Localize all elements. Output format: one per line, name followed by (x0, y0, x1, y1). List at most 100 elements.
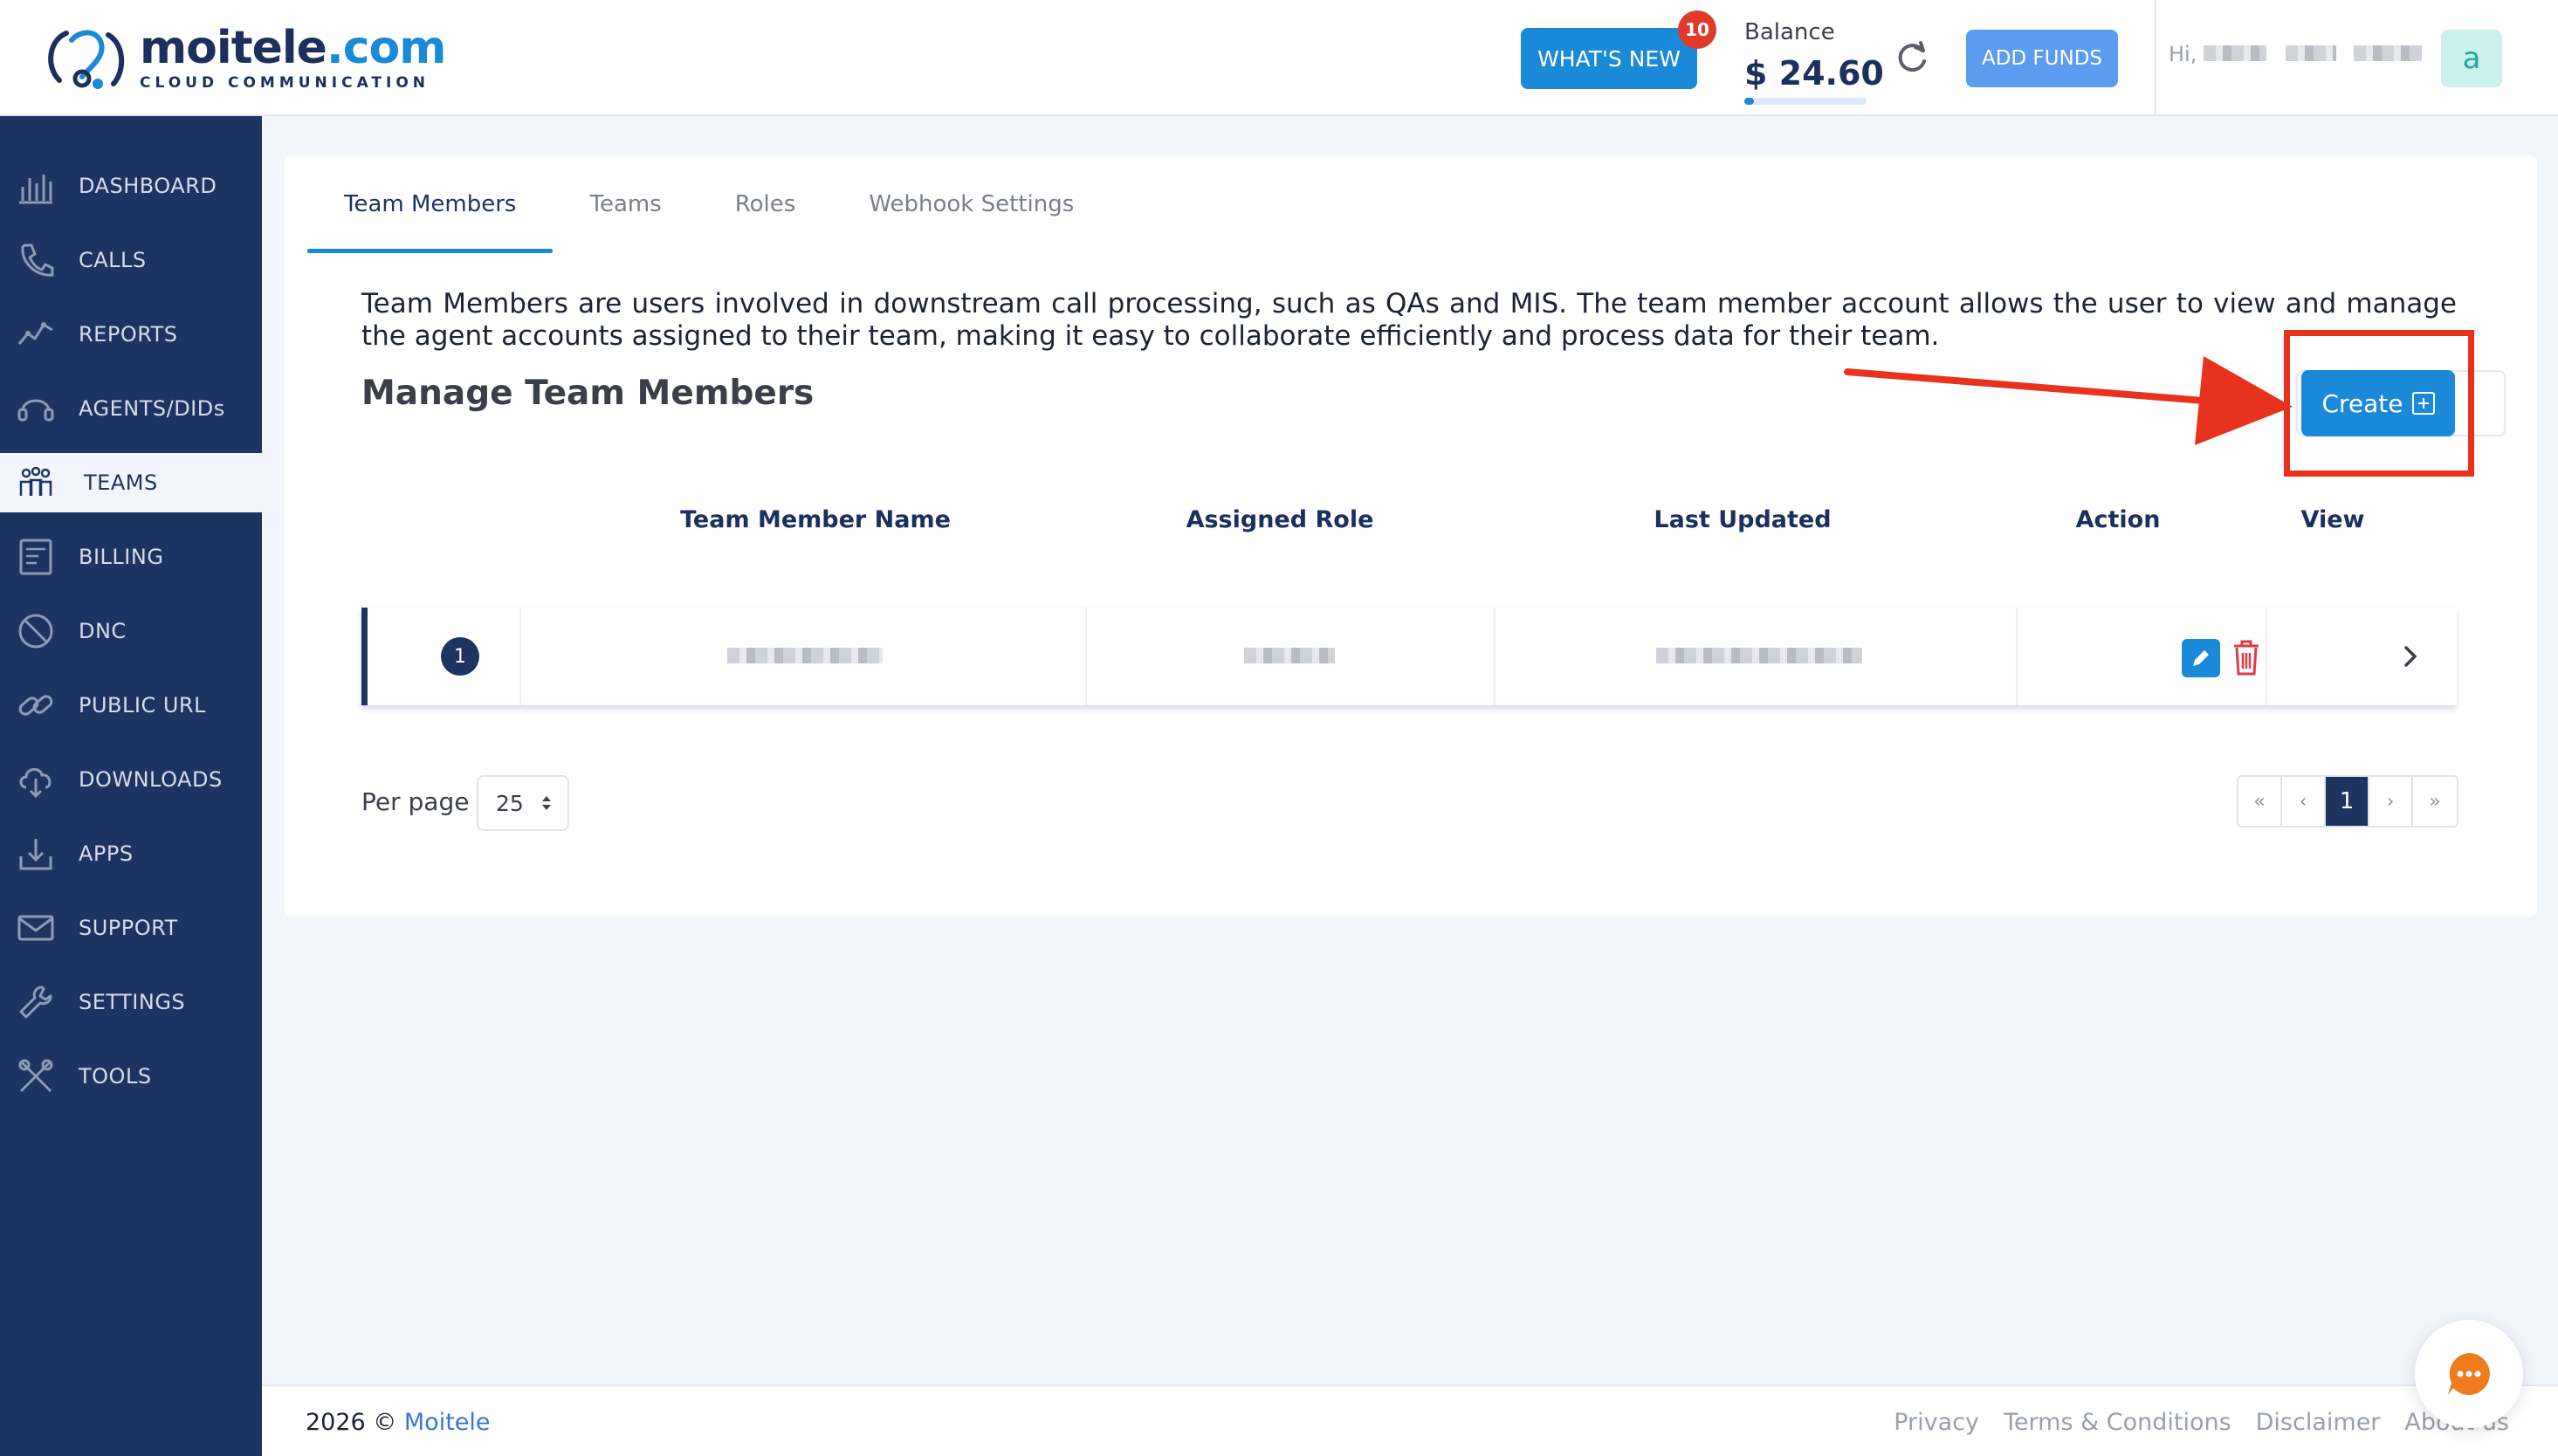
per-page-label: Per page (361, 787, 470, 816)
redacted-date (1656, 648, 1862, 663)
sidebar-item-label: SETTINGS (79, 990, 186, 1014)
sidebar-item-label: APPS (79, 841, 134, 866)
intro-text: Team Members are users involved in downs… (361, 288, 2457, 352)
sidebar-item-support[interactable]: SUPPORT (0, 898, 262, 958)
sidebar-item-label: PUBLIC URL (79, 693, 206, 718)
page-first-button[interactable]: « (2238, 777, 2282, 826)
redacted-role (1244, 648, 1335, 663)
tab-roles[interactable]: Roles (698, 155, 833, 253)
cell-divider (1494, 608, 1496, 705)
balance-progress-fill (1744, 98, 1755, 105)
billing-icon (19, 539, 52, 575)
footer-link-privacy[interactable]: Privacy (1894, 1409, 1979, 1436)
table-row: 1 (361, 608, 2457, 705)
per-page-value: 25 (496, 790, 524, 816)
dashboard-icon (19, 175, 52, 204)
sidebar-item-apps[interactable]: APPS (0, 824, 262, 883)
column-header-view: View (2300, 506, 2365, 533)
sidebar-item-downloads[interactable]: DOWNLOADS (0, 750, 262, 809)
sidebar-item-tools[interactable]: TOOLS (0, 1047, 262, 1106)
footer-links: Privacy Terms & Conditions Disclaimer Ab… (1894, 1409, 2509, 1436)
teams-icon (19, 466, 52, 496)
whats-new-button[interactable]: WHAT'S NEW (1521, 28, 1697, 89)
select-arrows-icon (542, 796, 551, 810)
sidebar-item-calls[interactable]: CALLS (0, 230, 262, 290)
sidebar-item-label: DASHBOARD (79, 174, 217, 198)
sidebar-item-label: REPORTS (79, 322, 178, 347)
cell-divider (2266, 608, 2267, 705)
balance-value: $ 24.60 (1744, 54, 1884, 93)
reports-icon (17, 322, 53, 345)
sidebar-item-settings[interactable]: SETTINGS (0, 972, 262, 1032)
sidebar-item-label: TOOLS (79, 1064, 152, 1089)
sidebar-item-dashboard[interactable]: DASHBOARD (0, 156, 262, 216)
copyright: 2026 © Moitele (306, 1409, 491, 1436)
chevron-right-icon[interactable] (2395, 641, 2426, 672)
sidebar-item-teams[interactable]: TEAMS (0, 453, 262, 512)
column-header-role: Assigned Role (1186, 506, 1374, 533)
copyright-text: 2026 © (306, 1409, 397, 1436)
add-funds-button[interactable]: ADD FUNDS (1966, 30, 2118, 87)
whats-new-badge: 10 (1678, 10, 1716, 49)
sidebar-item-label: TEAMS (84, 470, 158, 495)
page-prev-button[interactable]: ‹ (2282, 777, 2326, 826)
tab-webhook-settings[interactable]: Webhook Settings (832, 155, 1111, 253)
sidebar: DASHBOARD CALLS REPORTS AGENTS/DIDs TEAM… (0, 116, 262, 1456)
logo-icon (48, 30, 125, 89)
logo-tagline: CLOUD COMMUNICATION (140, 74, 430, 92)
cloud-download-icon (19, 768, 52, 799)
brand-link[interactable]: Moitele (404, 1409, 491, 1436)
sidebar-item-billing[interactable]: BILLING (0, 527, 262, 587)
tab-team-members[interactable]: Team Members (307, 155, 554, 253)
refresh-icon[interactable] (1893, 38, 1931, 77)
chat-button[interactable] (2415, 1320, 2523, 1428)
cell-divider (2016, 608, 2018, 705)
block-icon (18, 614, 53, 649)
footer-link-terms[interactable]: Terms & Conditions (2004, 1409, 2231, 1436)
tab-bar: Team Members Teams Roles Webhook Setting… (307, 155, 1111, 253)
phone-icon (21, 244, 54, 277)
team-members-card: Team Members Teams Roles Webhook Setting… (285, 155, 2537, 917)
column-header-name: Team Member Name (680, 506, 951, 533)
sidebar-item-label: CALLS (79, 248, 147, 272)
page-last-button[interactable]: » (2413, 777, 2457, 826)
sidebar-item-label: SUPPORT (79, 916, 178, 940)
sidebar-item-label: DOWNLOADS (79, 767, 223, 792)
tools-icon (18, 1059, 53, 1093)
section-title: Manage Team Members (361, 374, 815, 413)
page-current-button[interactable]: 1 (2326, 777, 2369, 826)
mail-icon (17, 915, 54, 941)
annotation-highlight-box (2284, 330, 2474, 477)
trash-icon[interactable] (2229, 637, 2264, 677)
footer: 2026 © Moitele Privacy Terms & Condition… (262, 1384, 2558, 1456)
redacted-username (2286, 45, 2336, 61)
footer-link-disclaimer[interactable]: Disclaimer (2256, 1409, 2381, 1436)
sidebar-item-reports[interactable]: REPORTS (0, 305, 262, 364)
column-header-action: Action (2075, 506, 2161, 533)
logo-name: moitele.com (140, 22, 446, 74)
moitele-logo[interactable]: moitele.com CLOUD COMMUNICATION (40, 22, 446, 94)
sidebar-item-agents-dids[interactable]: AGENTS/DIDs (0, 379, 262, 438)
sidebar-item-dnc[interactable]: DNC (0, 601, 262, 661)
sidebar-item-public-url[interactable]: PUBLIC URL (0, 676, 262, 735)
header-divider (2155, 0, 2156, 116)
link-icon (18, 695, 53, 716)
row-index: 1 (441, 637, 479, 676)
tab-teams[interactable]: Teams (553, 155, 698, 253)
redacted-username (2204, 45, 2266, 61)
per-page-select[interactable]: 25 (477, 775, 569, 831)
chat-icon (2448, 1353, 2490, 1395)
balance-progress (1744, 98, 1867, 105)
cell-divider (1085, 608, 1087, 705)
top-header: moitele.com CLOUD COMMUNICATION WHAT'S N… (0, 0, 2558, 116)
balance-label: Balance (1744, 19, 1835, 45)
wrench-icon (19, 986, 52, 1019)
sidebar-item-label: AGENTS/DIDs (79, 396, 225, 421)
redacted-member-name (727, 648, 883, 663)
cell-divider (519, 608, 521, 705)
apps-download-icon (19, 839, 52, 870)
redacted-username (2354, 45, 2422, 61)
edit-button[interactable] (2182, 639, 2220, 677)
page-next-button[interactable]: › (2369, 777, 2413, 826)
user-avatar[interactable]: a (2441, 30, 2502, 87)
